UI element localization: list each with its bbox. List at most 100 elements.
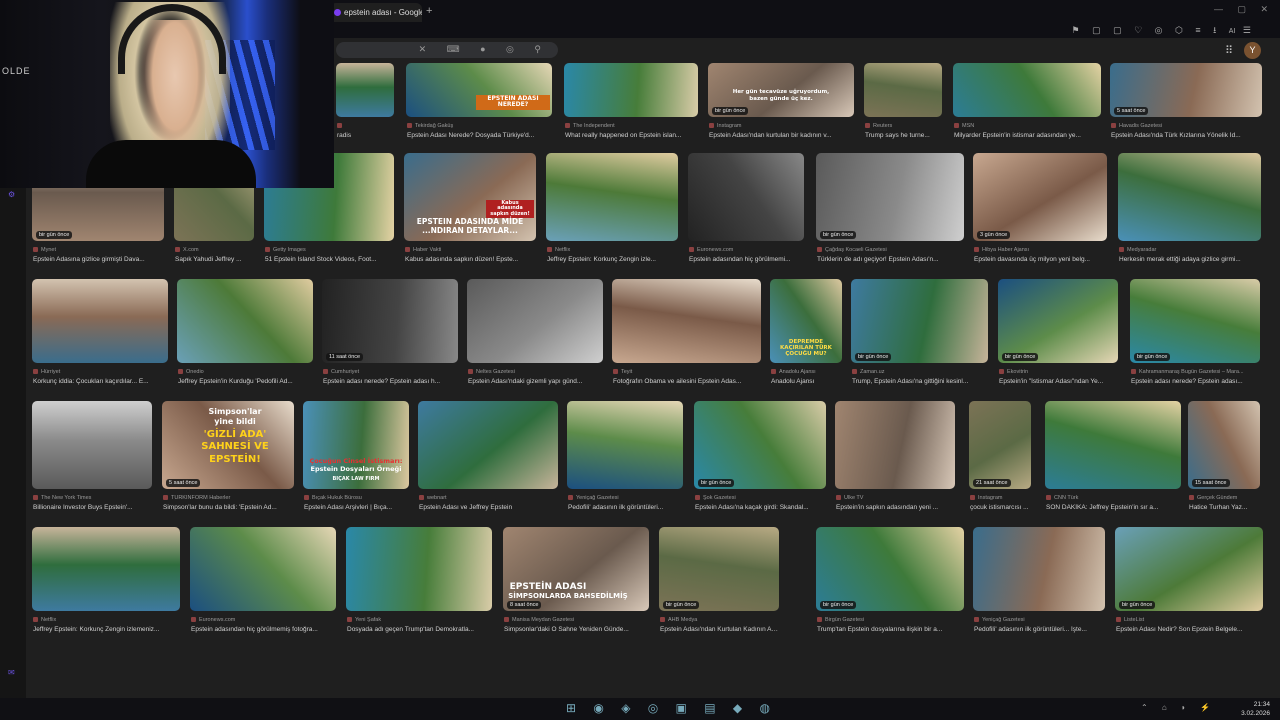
result-title[interactable]: Epstein Adası'ndaki gizemli yapı günd...: [468, 378, 604, 385]
result-source[interactable]: Netflix: [33, 617, 181, 623]
result-title[interactable]: Epstein'in "İstismar Adası"ndan Ye...: [999, 378, 1119, 385]
image-result-card[interactable]: Ülke TV Epstein'in sapkın adasından yeni …: [835, 401, 955, 515]
image-result-card[interactable]: MSN Milyarder Epstein'in istismar adasınd…: [953, 63, 1101, 143]
result-title[interactable]: Pedofili' adasının ilk görüntüleri... İş…: [974, 626, 1106, 633]
result-thumbnail[interactable]: [973, 527, 1105, 611]
result-source[interactable]: Onedio: [178, 369, 314, 375]
window-controls[interactable]: — ▢ ✕: [1214, 4, 1274, 15]
result-title[interactable]: Simpsonlar'daki O Sahne Yeniden Günde...: [504, 626, 650, 633]
result-thumbnail[interactable]: [32, 279, 168, 363]
result-source[interactable]: Reuters: [865, 123, 943, 129]
result-title[interactable]: Fotoğrafın Obama ve ailesini Epstein Ada…: [613, 378, 762, 385]
result-source[interactable]: Hürriyet: [33, 369, 169, 375]
result-source[interactable]: Cumhuriyet: [323, 369, 459, 375]
result-source[interactable]: Instagram: [709, 123, 855, 129]
ai-label[interactable]: AI: [1229, 28, 1236, 35]
result-thumbnail[interactable]: [418, 401, 558, 489]
result-title[interactable]: Herkesin merak ettiği adaya gizlice girm…: [1119, 256, 1262, 263]
image-result-card[interactable]: Neltes Gazetesi Epstein Adası'ndaki gizem…: [467, 279, 603, 389]
result-title[interactable]: Dosyada adı geçen Trump'tan Demokratla..…: [347, 626, 493, 633]
result-thumbnail[interactable]: [969, 401, 1031, 489]
result-title[interactable]: What really happened on Epstein islan...: [565, 132, 699, 139]
image-result-card[interactable]: Euronews.com Epstein adasından hiç görülm…: [688, 153, 804, 267]
image-result-card[interactable]: Reuters Trump says he turne...: [864, 63, 942, 143]
result-thumbnail[interactable]: [564, 63, 698, 117]
gear-icon[interactable]: ⚙: [8, 190, 17, 199]
result-thumbnail[interactable]: [659, 527, 779, 611]
image-result-card[interactable]: Teyit Fotoğrafın Obama ve ailesini Epstei…: [612, 279, 761, 389]
mail-icon[interactable]: ✉: [8, 668, 17, 677]
result-title[interactable]: Epstein Adası Nerede? Dosyada Türkiye'd.…: [407, 132, 553, 139]
image-result-card[interactable]: bir gün önce Instagram Epstein Adası'ndan …: [708, 63, 854, 143]
result-source[interactable]: CNN Türk: [1046, 495, 1182, 501]
result-thumbnail[interactable]: [1118, 153, 1261, 241]
image-result-card[interactable]: 3 gün önce Hibya Haber Ajansı Epstein dava…: [973, 153, 1107, 267]
result-source[interactable]: Euronews.com: [191, 617, 337, 623]
result-title[interactable]: Pedofili' adasının ilk görüntüleri...: [568, 504, 684, 511]
result-source[interactable]: Netflix: [547, 247, 679, 253]
result-title[interactable]: Epstein adası nerede? Epstein adası h...: [323, 378, 459, 385]
image-result-card[interactable]: bir gün önce Şok Gazetesi Epstein Adası'na…: [694, 401, 826, 515]
system-tray[interactable]: ⌃ ⌂ ◗ ⚡: [1141, 703, 1216, 712]
result-source[interactable]: Yeni Şafak: [347, 617, 493, 623]
result-title[interactable]: Epstein Adasına gizlice girmişti Dava...: [33, 256, 165, 263]
result-source[interactable]: Zaman.uz: [852, 369, 989, 375]
image-result-card[interactable]: The Independent What really happened on E…: [564, 63, 698, 143]
result-source[interactable]: Instagram: [970, 495, 1032, 501]
result-source[interactable]: Teyit: [613, 369, 762, 375]
result-source[interactable]: Neltes Gazetesi: [468, 369, 604, 375]
result-thumbnail[interactable]: [1045, 401, 1181, 489]
result-source[interactable]: [337, 123, 395, 129]
result-title[interactable]: çocuk istismarcısı ...: [970, 504, 1032, 511]
image-result-card[interactable]: Netflix Jeffrey Epstein: Korkunç Zengin i…: [546, 153, 678, 267]
result-thumbnail[interactable]: [1115, 527, 1263, 611]
result-source[interactable]: ListeList: [1116, 617, 1264, 623]
result-source[interactable]: webnart: [419, 495, 559, 501]
result-title[interactable]: Jeffrey Epstein: Korkunç Zengin izlemeni…: [33, 626, 181, 633]
result-title[interactable]: Epstein adası nerede? Epstein adası...: [1131, 378, 1261, 385]
result-title[interactable]: Türklerin de adı geçiyor! Epstein Adası'…: [817, 256, 965, 263]
result-thumbnail[interactable]: [567, 401, 683, 489]
result-title[interactable]: Korkunç iddia: Çocukları kaçırdılar... E…: [33, 378, 169, 385]
result-thumbnail[interactable]: [835, 401, 955, 489]
result-title[interactable]: Jeffrey Epstein: Korkunç Zengin izle...: [547, 256, 679, 263]
result-title[interactable]: Epstein Adası'ndan kurtulan bir kadının …: [709, 132, 855, 139]
result-source[interactable]: Hibya Haber Ajansı: [974, 247, 1108, 253]
image-result-card[interactable]: Yeniçağ Gazetesi Pedofili' adasının ilk g…: [973, 527, 1105, 637]
result-title[interactable]: SON DAKİKA: Jeffrey Epstein'in sır a...: [1046, 504, 1182, 511]
image-result-card[interactable]: bir gün önce Ekovitrin Epstein'in "İstisma…: [998, 279, 1118, 389]
result-source[interactable]: Haber Vakti: [405, 247, 537, 253]
image-result-card[interactable]: bir gün önce Kahramanmaraş Bugün Gazetesi…: [1130, 279, 1260, 389]
new-tab-plus-icon[interactable]: +: [426, 5, 432, 17]
result-title[interactable]: Epstein Adası'na kaçak girdi: Skandal...: [695, 504, 827, 511]
result-title[interactable]: Epstein adasından hiç görülmemiş fotoğra…: [191, 626, 337, 633]
image-result-card[interactable]: Yeni Şafak Dosyada adı geçen Trump'tan De…: [346, 527, 492, 637]
result-title[interactable]: 51 Epstein Island Stock Videos, Foot...: [265, 256, 395, 263]
result-title[interactable]: Milyarder Epstein'in istismar adasından …: [954, 132, 1102, 139]
result-thumbnail[interactable]: [177, 279, 313, 363]
result-thumbnail[interactable]: [336, 63, 394, 117]
result-title[interactable]: Epstein davasında üç milyon yeni belg...: [974, 256, 1108, 263]
result-source[interactable]: AHB Medya: [660, 617, 780, 623]
result-thumbnail[interactable]: [612, 279, 761, 363]
browser-tab[interactable]: epstein adası - Google'da: [330, 3, 422, 22]
result-source[interactable]: The New York Times: [33, 495, 153, 501]
image-result-card[interactable]: CNN Türk SON DAKİKA: Jeffrey Epstein'in s…: [1045, 401, 1181, 515]
result-thumbnail[interactable]: [1188, 401, 1260, 489]
result-thumbnail[interactable]: [467, 279, 603, 363]
apps-grid-icon[interactable]: ⠿: [1225, 44, 1233, 57]
result-title[interactable]: Epstein Adası Arşivleri | Bıça...: [304, 504, 410, 511]
result-source[interactable]: Medyaradar: [1119, 247, 1262, 253]
result-source[interactable]: Manisa Meydan Gazetesi: [504, 617, 650, 623]
result-thumbnail[interactable]: [688, 153, 804, 241]
image-result-card[interactable]: Netflix Jeffrey Epstein: Korkunç Zengin i…: [32, 527, 180, 637]
search-bar[interactable]: ✕ ⌨ ● ◎ ⚲: [336, 42, 558, 58]
image-result-card[interactable]: radis: [336, 63, 394, 143]
result-thumbnail[interactable]: [864, 63, 942, 117]
result-thumbnail[interactable]: [32, 401, 152, 489]
image-result-card[interactable]: Onedio Jeffrey Epstein'in Kurduğu 'Pedofi…: [177, 279, 313, 389]
result-thumbnail[interactable]: [816, 527, 964, 611]
result-title[interactable]: Simpson'lar bunu da bildi: 'Epstein Ad..…: [163, 504, 295, 511]
result-title[interactable]: Sapık Yahudi Jeffrey ...: [175, 256, 255, 263]
result-title[interactable]: Anadolu Ajansı: [771, 378, 843, 385]
